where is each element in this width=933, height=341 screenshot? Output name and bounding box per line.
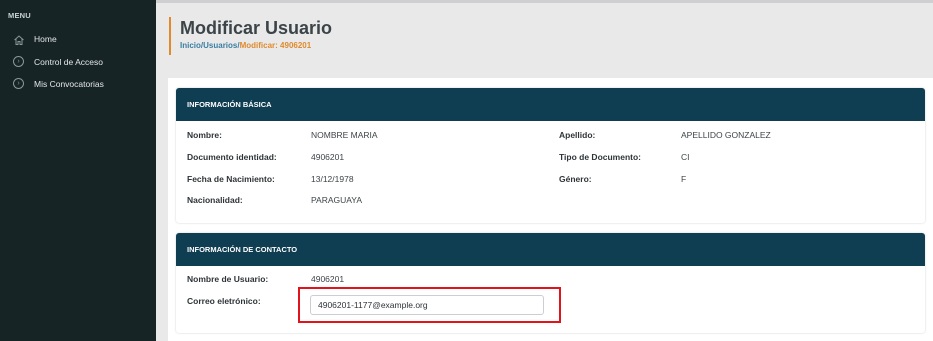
tipo-documento-value: CI bbox=[681, 152, 690, 162]
sidebar-item-home[interactable]: Home bbox=[0, 29, 156, 49]
tipo-documento-label: Tipo de Documento: bbox=[559, 152, 642, 162]
apellido-label: Apellido: bbox=[559, 130, 596, 140]
documento-value: 4906201 bbox=[311, 152, 345, 162]
contact-info-header: INFORMACIÓN DE CONTACTO bbox=[176, 233, 925, 266]
nombre-usuario-value: 4906201 bbox=[311, 274, 345, 284]
nacionalidad-value: PARAGUAYA bbox=[311, 195, 363, 205]
breadcrumb: Inicio/Usuarios/Modificar: 4906201 bbox=[180, 41, 311, 50]
email-highlight-box bbox=[298, 287, 561, 323]
nombre-value: NOMBRE MARIA bbox=[311, 130, 378, 140]
breadcrumb-current: Modificar: 4906201 bbox=[239, 41, 312, 50]
genero-value: F bbox=[681, 174, 687, 184]
breadcrumb-inicio[interactable]: Inicio bbox=[180, 41, 201, 50]
sidebar-item-label: Mis Convocatorias bbox=[34, 79, 104, 89]
basic-info-header: INFORMACIÓN BÁSICA bbox=[176, 88, 925, 121]
menu-title: MENU bbox=[8, 11, 31, 20]
sidebar: MENU Home › Control de Acceso › Mis Conv… bbox=[0, 0, 156, 341]
home-icon bbox=[13, 33, 25, 45]
basic-info-heading: INFORMACIÓN BÁSICA bbox=[187, 100, 272, 109]
breadcrumb-usuarios[interactable]: Usuarios bbox=[203, 41, 237, 50]
nombre-usuario-label: Nombre de Usuario: bbox=[187, 274, 269, 284]
fecha-nacimiento-value: 13/12/1978 bbox=[311, 174, 354, 184]
title-accent-bar bbox=[169, 17, 171, 55]
page-header: Modificar Usuario Inicio/Usuarios/Modifi… bbox=[156, 3, 933, 67]
sidebar-item-control-acceso[interactable]: › Control de Acceso bbox=[0, 52, 156, 72]
documento-label: Documento identidad: bbox=[187, 152, 277, 162]
fecha-nacimiento-label: Fecha de Nacimiento: bbox=[187, 174, 275, 184]
apellido-value: APELLIDO GONZALEZ bbox=[681, 130, 771, 140]
nombre-label: Nombre: bbox=[187, 130, 222, 140]
sidebar-item-label: Home bbox=[34, 34, 57, 44]
sidebar-item-mis-convocatorias[interactable]: › Mis Convocatorias bbox=[0, 74, 156, 94]
basic-info-card: INFORMACIÓN BÁSICA Nombre: NOMBRE MARIA … bbox=[176, 88, 925, 223]
correo-label: Correo eletrónico: bbox=[187, 296, 261, 306]
sidebar-item-label: Control de Acceso bbox=[34, 57, 103, 67]
contact-info-heading: INFORMACIÓN DE CONTACTO bbox=[187, 245, 298, 254]
genero-label: Género: bbox=[559, 174, 592, 184]
chevron-circle-icon: › bbox=[13, 78, 25, 90]
page-title: Modificar Usuario bbox=[180, 18, 333, 38]
nacionalidad-label: Nacionalidad: bbox=[187, 195, 243, 205]
chevron-circle-icon: › bbox=[13, 56, 25, 68]
